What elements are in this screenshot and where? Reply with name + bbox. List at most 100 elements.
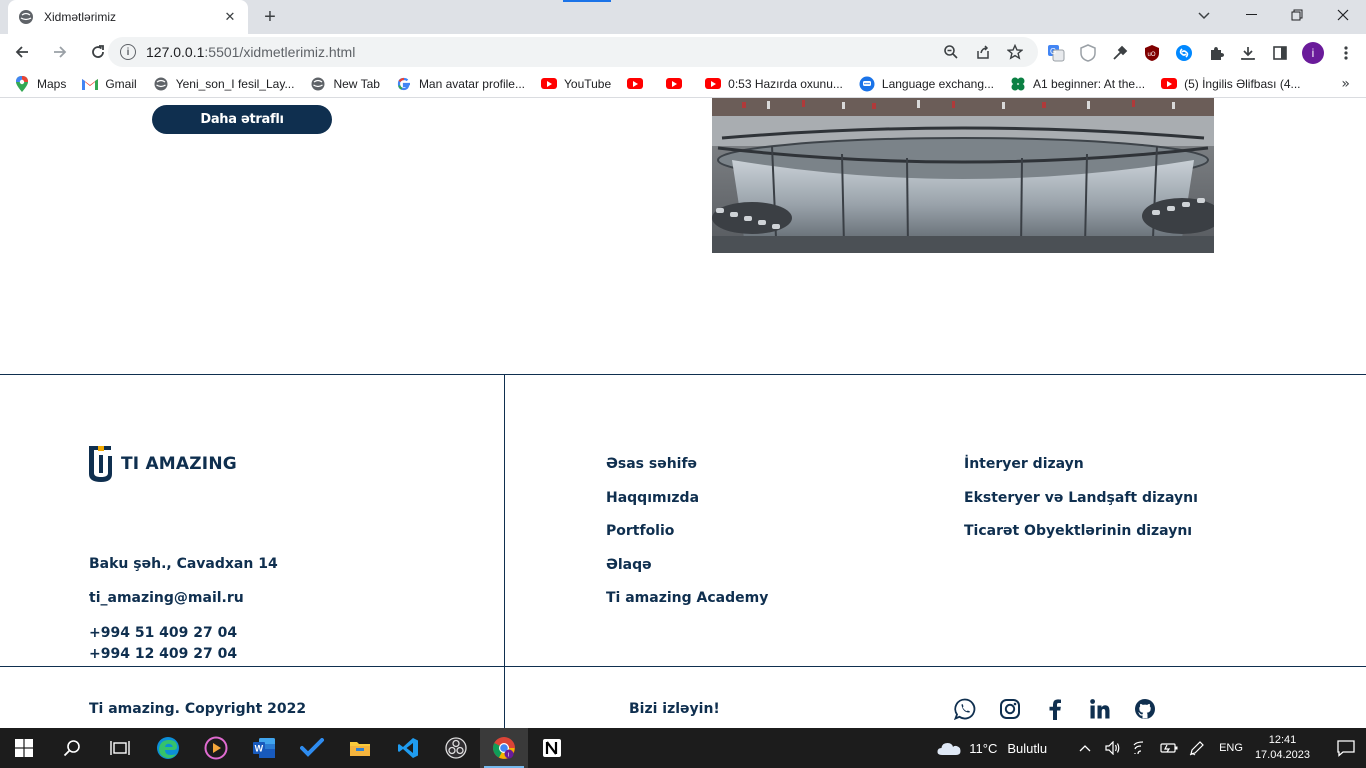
windows-start-icon[interactable] [0,728,48,768]
bookmark-maps[interactable]: Maps [14,75,66,92]
pen-icon[interactable] [1183,728,1211,768]
follow-us-label: Bizi izləyin! [629,701,720,717]
close-window-icon[interactable] [1320,0,1366,30]
footer-top-divider [0,374,1366,375]
profile-avatar[interactable]: i [1302,42,1324,64]
download-icon[interactable] [1238,43,1258,63]
bookmark-man-avatar[interactable]: Man avatar profile... [396,76,525,92]
close-tab-icon[interactable]: ✕ [222,9,238,25]
more-info-button[interactable]: Daha ətraflı [152,105,332,134]
bookmarks-bar: Maps Gmail Yeni_son_I fesil_Lay... New T… [0,70,1366,98]
footer-bottom-divider [0,666,1366,667]
side-panel-icon[interactable] [1270,43,1290,63]
bookmark-new-tab[interactable]: New Tab [310,76,380,92]
extensions-bar: G uO i [1046,42,1356,64]
tray-overflow-icon[interactable] [1071,728,1099,768]
footer-link-about[interactable]: Haqqımızda [606,489,768,523]
zoom-search-icon[interactable] [942,43,960,61]
clock-date: 17.04.2023 [1254,749,1310,761]
footer-link-portfolio[interactable]: Portfolio [606,522,768,556]
puzzle-extensions-icon[interactable] [1206,43,1226,63]
google-icon [396,76,412,92]
clock[interactable]: 12:41 17.04.2023 [1255,733,1310,763]
footer-link-academy[interactable]: Ti amazing Academy [606,589,768,623]
eyedropper-extension-icon[interactable] [1110,43,1130,63]
obs-icon[interactable] [432,728,480,768]
bookmark-a1-beginner[interactable]: A1 beginner: At the... [1010,76,1145,92]
bookmark-youtube-2[interactable] [627,76,650,92]
footer-link-contact[interactable]: Əlaqə [606,556,768,590]
bookmarks-overflow-icon[interactable]: » [1341,76,1350,92]
youtube-icon [1161,76,1178,92]
footer-phone-1[interactable]: +994 51 409 27 04 [89,625,237,641]
shield-extension-icon[interactable] [1078,43,1098,63]
minimize-icon[interactable] [1228,0,1274,30]
footer-column-divider [504,374,505,728]
bookmark-language-exchange[interactable]: Language exchang... [859,76,994,92]
linkedin-icon[interactable] [1088,697,1112,721]
volume-icon[interactable] [1099,728,1127,768]
restore-icon[interactable] [1274,0,1320,30]
bookmark-ingilis-elifbasi[interactable]: (5) İngilis Əlifbası (4... [1161,76,1301,92]
facebook-icon[interactable] [1043,697,1067,721]
github-icon[interactable] [1133,697,1157,721]
footer-logo[interactable]: TI AMAZING [89,446,237,482]
whatsapp-icon[interactable] [953,697,977,721]
footer-nav-main: Əsas səhifə Haqqımızda Portfolio Əlaqə T… [606,455,768,623]
weather-temperature: 11°C [969,740,998,756]
instagram-icon[interactable] [998,697,1022,721]
ti-amazing-logo-mark [89,446,113,482]
bookmark-hazirda-oxunur[interactable]: 0:53 Hazırda oxunu... [705,76,843,92]
bookmark-gmail[interactable]: Gmail [82,76,137,92]
footer-link-exterior[interactable]: Eksteryer və Landşaft dizaynı [964,489,1198,523]
new-tab-button[interactable]: + [258,6,282,28]
notion-icon[interactable] [528,728,576,768]
word-icon[interactable]: W [240,728,288,768]
input-language[interactable]: ENG [1219,742,1243,754]
page-viewport: Daha ətraflı TI AMAZING Baku şəh., Cavad… [0,98,1366,728]
task-view-icon[interactable] [96,728,144,768]
bookmark-star-icon[interactable] [1006,43,1024,61]
chat-icon [859,76,875,92]
youtube-icon [541,76,557,92]
footer-copyright: Ti amazing. Copyright 2022 [89,701,307,717]
footer-email[interactable]: ti_amazing@mail.ru [89,590,244,606]
chrome-taskbar-icon[interactable]: i [480,728,528,768]
bookmark-youtube[interactable]: YouTube [541,76,611,92]
translate-extension-icon[interactable]: G [1046,43,1066,63]
address-bar[interactable]: i 127.0.0.1:5501/xidmetlerimiz.html [108,37,1038,67]
social-links [953,697,1157,721]
globe-icon [153,76,169,92]
bookmark-yeni-son[interactable]: Yeni_son_I fesil_Lay... [153,76,294,92]
tab-search-icon[interactable] [1192,6,1216,26]
vscode-icon[interactable] [384,728,432,768]
todo-icon[interactable] [288,728,336,768]
cloud-icon [937,740,961,756]
forward-icon[interactable] [44,36,76,68]
browser-toolbar: i 127.0.0.1:5501/xidmetlerimiz.html G uO [0,34,1366,70]
back-icon[interactable] [6,36,38,68]
clover-icon [1010,76,1026,92]
share-icon[interactable] [974,43,992,61]
footer-link-interior[interactable]: İnteryer dizayn [964,455,1198,489]
ublock-extension-icon[interactable]: uO [1142,43,1162,63]
media-player-icon[interactable] [192,728,240,768]
site-info-icon[interactable]: i [120,44,136,60]
browser-tab[interactable]: Xidmətlərimiz ✕ [8,0,248,34]
bookmark-youtube-3[interactable] [666,76,689,92]
shazam-extension-icon[interactable] [1174,43,1194,63]
window-controls [1228,0,1366,34]
taskbar-search-icon[interactable] [48,728,96,768]
tab-strip: Xidmətlərimiz ✕ + [0,0,1366,34]
notification-center-icon[interactable] [1326,728,1366,768]
footer-phone-2[interactable]: +994 12 409 27 04 [89,646,237,662]
footer-link-home[interactable]: Əsas səhifə [606,455,768,489]
edge-browser-icon[interactable] [144,728,192,768]
youtube-icon [666,76,683,92]
footer-link-commercial[interactable]: Ticarət Obyektlərinin dizaynı [964,522,1198,556]
more-menu-icon[interactable] [1336,43,1356,63]
file-explorer-icon[interactable] [336,728,384,768]
battery-icon[interactable] [1155,728,1183,768]
weather-widget[interactable]: 11°C Bulutlu [937,740,1047,756]
wifi-icon[interactable] [1127,728,1155,768]
